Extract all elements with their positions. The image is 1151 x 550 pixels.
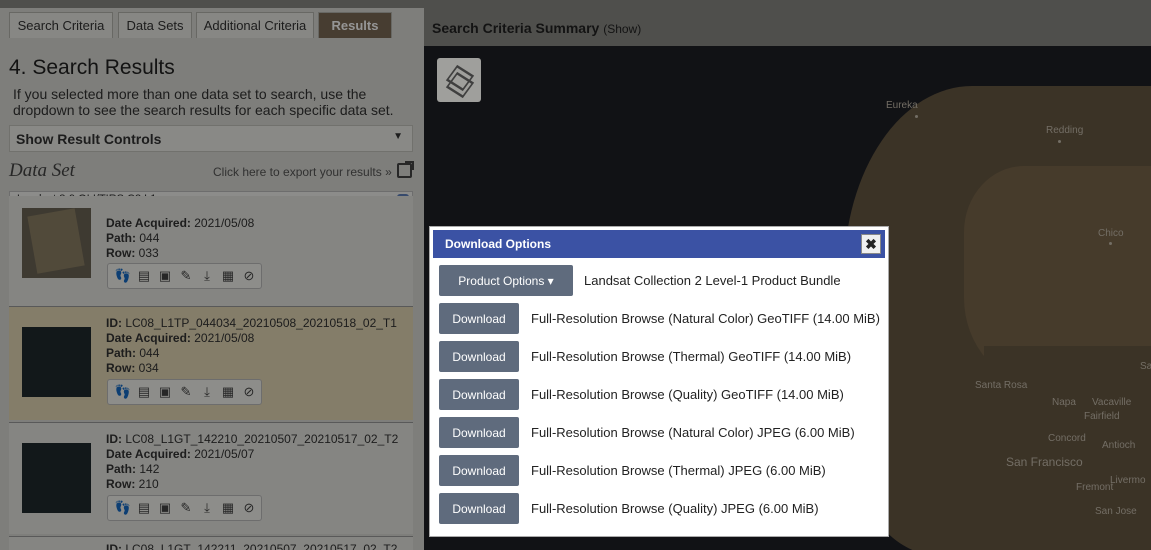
download-option-label: Full-Resolution Browse (Natural Color) J… (531, 425, 855, 440)
map-label-livermore: Livermo (1110, 475, 1146, 486)
results-panel: Search Criteria Data Sets Additional Cri… (0, 0, 424, 550)
map-label-san-jose: San Jose (1095, 506, 1137, 517)
download-option-label: Full-Resolution Browse (Natural Color) G… (531, 311, 880, 326)
download-button[interactable]: Download (439, 493, 519, 524)
map-label-sacramento: Sac (1140, 361, 1151, 372)
city-dot (915, 115, 918, 118)
summary-title: Search Criteria Summary (Show) (432, 20, 641, 36)
product-options-label: Landsat Collection 2 Level-1 Product Bun… (584, 273, 841, 288)
download-option-label: Full-Resolution Browse (Quality) GeoTIFF… (531, 387, 844, 402)
dialog-title: Download Options (445, 237, 551, 251)
product-options-button[interactable]: Product Options ▾ (439, 265, 573, 296)
map-label-san-francisco: San Francisco (1006, 455, 1083, 469)
top-strip (0, 0, 1151, 8)
map-label-eureka: Eureka (886, 100, 918, 111)
download-options-dialog: Download Options ✖ Product Options ▾ Lan… (429, 226, 889, 537)
download-option-label: Full-Resolution Browse (Thermal) JPEG (6… (531, 463, 826, 478)
download-button[interactable]: Download (439, 417, 519, 448)
map-label-fremont: Fremont (1076, 482, 1114, 493)
map-label-santa-rosa: Santa Rosa (975, 380, 1028, 391)
map-label-concord: Concord (1048, 433, 1086, 444)
map-label-chico: Chico (1098, 228, 1124, 239)
download-option-label: Full-Resolution Browse (Thermal) GeoTIFF… (531, 349, 852, 364)
download-button[interactable]: Download (439, 455, 519, 486)
map-label-vacaville: Vacaville (1092, 397, 1132, 408)
summary-show-link[interactable]: (Show) (603, 22, 641, 36)
city-dot (1058, 140, 1061, 143)
map-label-redding: Redding (1046, 125, 1084, 136)
city-dot (1109, 242, 1112, 245)
modal-overlay-left (0, 0, 424, 550)
download-button[interactable]: Download (439, 379, 519, 410)
map-label-antioch: Antioch (1102, 440, 1136, 451)
map-label-fairfield: Fairfield (1084, 411, 1120, 422)
download-button[interactable]: Download (439, 341, 519, 372)
dialog-header: Download Options ✖ (433, 230, 885, 258)
close-icon[interactable]: ✖ (861, 234, 881, 254)
summary-title-text: Search Criteria Summary (432, 20, 600, 36)
download-button[interactable]: Download (439, 303, 519, 334)
map-label-napa: Napa (1052, 397, 1076, 408)
download-option-label: Full-Resolution Browse (Quality) JPEG (6… (531, 501, 819, 516)
search-criteria-summary-bar: Search Criteria Summary (Show) (424, 8, 1151, 46)
layers-icon[interactable] (437, 58, 481, 102)
